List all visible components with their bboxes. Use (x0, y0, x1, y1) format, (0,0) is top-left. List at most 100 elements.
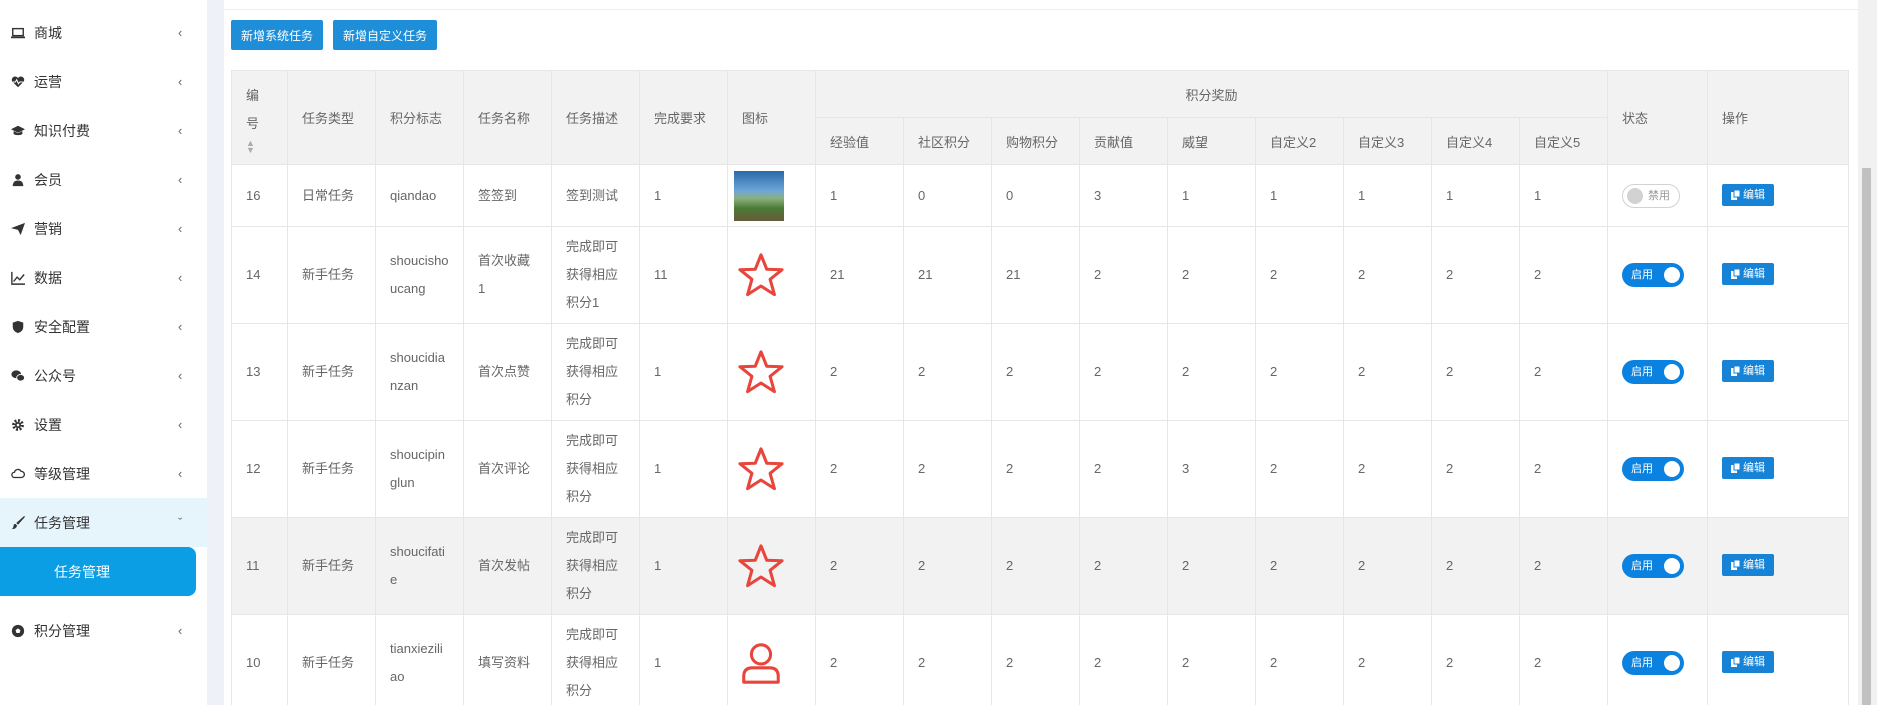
column-header-icon: 图标 (727, 70, 816, 165)
edit-button[interactable]: 编辑 (1722, 554, 1774, 576)
sidebar-item-label: 公众号 (34, 367, 76, 384)
sidebar-item-label: 积分管理 (34, 622, 90, 639)
cell-type: 新手任务 (287, 614, 376, 705)
chevron-left-icon: ‹ (178, 123, 183, 138)
cell-action: 编辑 (1707, 420, 1849, 518)
cell-name: 首次发帖 (463, 517, 552, 615)
cell-action: 编辑 (1707, 517, 1849, 615)
cell-reward: 2 (1255, 226, 1344, 324)
sidebar-item-security[interactable]: 安全配置 ‹ (0, 302, 207, 351)
sidebar-subitem-task-management[interactable]: 任务管理 (0, 547, 196, 596)
sidebar-item-operation[interactable]: 运营 ‹ (0, 57, 207, 106)
edit-button[interactable]: 编辑 (1722, 183, 1774, 206)
add-system-task-button[interactable]: 新增系统任务 (231, 20, 323, 50)
sidebar-item-knowledge-pay[interactable]: 知识付费 ‹ (0, 106, 207, 155)
chevron-left-icon: ‹ (178, 368, 183, 383)
shield-icon (10, 319, 26, 335)
cell-reward: 2 (991, 420, 1080, 518)
cell-name: 首次评论 (463, 420, 552, 518)
status-toggle[interactable]: 禁用 (1622, 183, 1680, 208)
chevron-left-icon: ‹ (178, 417, 183, 432)
toggle-knob (1627, 187, 1643, 204)
graduation-cap-icon (10, 123, 26, 139)
cell-reward: 3 (1079, 164, 1168, 227)
edit-button-label: 编辑 (1743, 462, 1765, 474)
cell-id: 13 (231, 323, 288, 421)
column-header-custom5: 自定义5 (1519, 117, 1608, 165)
edit-button[interactable]: 编辑 (1722, 457, 1774, 479)
edit-button-label: 编辑 (1743, 656, 1765, 668)
cell-reward: 2 (1079, 323, 1168, 421)
sidebar-item-level[interactable]: 等级管理 ‹ (0, 449, 207, 498)
status-toggle-label: 启用 (1631, 657, 1653, 669)
column-header-id[interactable]: 编号 ▲ ▼ (231, 70, 288, 165)
table-row: 16 日常任务 qiandao 签签到 签到测试 1 1 0 0 3 1 1 1 1 1 禁用 编辑 (231, 164, 1849, 227)
cell-reward: 21 (991, 226, 1080, 324)
gear-icon (10, 417, 26, 433)
cell-icon (727, 226, 816, 324)
chevron-left-icon: ‹ (178, 623, 183, 638)
soccer-ball-icon (10, 623, 26, 639)
status-toggle-label: 启用 (1631, 366, 1653, 378)
wechat-icon (10, 368, 26, 384)
status-toggle-label: 禁用 (1648, 189, 1670, 202)
status-toggle[interactable]: 启用 (1622, 651, 1684, 675)
cell-reward: 2 (1255, 517, 1344, 615)
cell-id: 14 (231, 226, 288, 324)
edit-button[interactable]: 编辑 (1722, 651, 1774, 673)
cell-reward: 2 (1431, 323, 1520, 421)
column-header-exp: 经验值 (815, 117, 904, 165)
sidebar-item-member[interactable]: 会员 ‹ (0, 155, 207, 204)
edit-button-label: 编辑 (1743, 268, 1765, 280)
sort-icon[interactable]: ▲ ▼ (246, 138, 273, 154)
edit-button-label: 编辑 (1743, 365, 1765, 377)
edit-button[interactable]: 编辑 (1722, 360, 1774, 382)
cell-reward: 2 (991, 323, 1080, 421)
chevron-left-icon: ‹ (178, 172, 183, 187)
heartbeat-icon (10, 74, 26, 90)
status-toggle[interactable]: 启用 (1622, 457, 1684, 481)
cell-reward: 2 (1167, 323, 1256, 421)
status-toggle[interactable]: 启用 (1622, 263, 1684, 287)
cell-reward: 2 (1255, 323, 1344, 421)
user-icon (738, 640, 784, 686)
add-custom-task-button[interactable]: 新增自定义任务 (333, 20, 437, 50)
brush-icon (10, 515, 26, 531)
cell-reward: 2 (815, 323, 904, 421)
edit-button-label: 编辑 (1743, 188, 1765, 201)
cell-reward: 2 (1431, 517, 1520, 615)
cell-flag: shoucifatie (375, 517, 464, 615)
cell-reward: 2 (991, 614, 1080, 705)
sidebar-item-wechat-official[interactable]: 公众号 ‹ (0, 351, 207, 400)
cell-status: 启用 (1607, 323, 1708, 421)
cell-reward: 2 (991, 517, 1080, 615)
sidebar-item-marketing[interactable]: 营销 ‹ (0, 204, 207, 253)
copy-icon (1731, 657, 1743, 667)
sidebar-item-points[interactable]: 积分管理 ‹ (0, 606, 207, 655)
cell-reward: 2 (1431, 226, 1520, 324)
toggle-knob (1664, 461, 1680, 477)
star-icon (738, 349, 784, 395)
cell-status: 禁用 (1607, 164, 1708, 227)
sidebar-item-mall[interactable]: 商城 ‹ (0, 8, 207, 57)
cell-reward: 2 (815, 517, 904, 615)
cell-icon (727, 517, 816, 615)
cell-type: 新手任务 (287, 517, 376, 615)
edit-button[interactable]: 编辑 (1722, 263, 1774, 285)
column-header-shopping-points: 购物积分 (991, 117, 1080, 165)
cell-reward: 1 (1519, 164, 1608, 227)
scrollbar-thumb[interactable] (1862, 168, 1871, 705)
table-row: 12 新手任务 shoucipinglun 首次评论 完成即可获得相应积分 1 2 2 2 2 3 2… (231, 420, 1849, 518)
cell-reward: 2 (1343, 420, 1432, 518)
cell-name: 首次收藏1 (463, 226, 552, 324)
status-toggle[interactable]: 启用 (1622, 554, 1684, 578)
column-header-type: 任务类型 (287, 70, 376, 165)
sidebar-item-data[interactable]: 数据 ‹ (0, 253, 207, 302)
status-toggle[interactable]: 启用 (1622, 360, 1684, 384)
cell-action: 编辑 (1707, 164, 1849, 227)
sidebar-item-task-management[interactable]: 任务管理 ˇ (0, 498, 207, 547)
cell-reward: 2 (1079, 614, 1168, 705)
sidebar-item-settings[interactable]: 设置 ‹ (0, 400, 207, 449)
cell-name: 填写资料 (463, 614, 552, 705)
cell-reward: 2 (903, 420, 992, 518)
